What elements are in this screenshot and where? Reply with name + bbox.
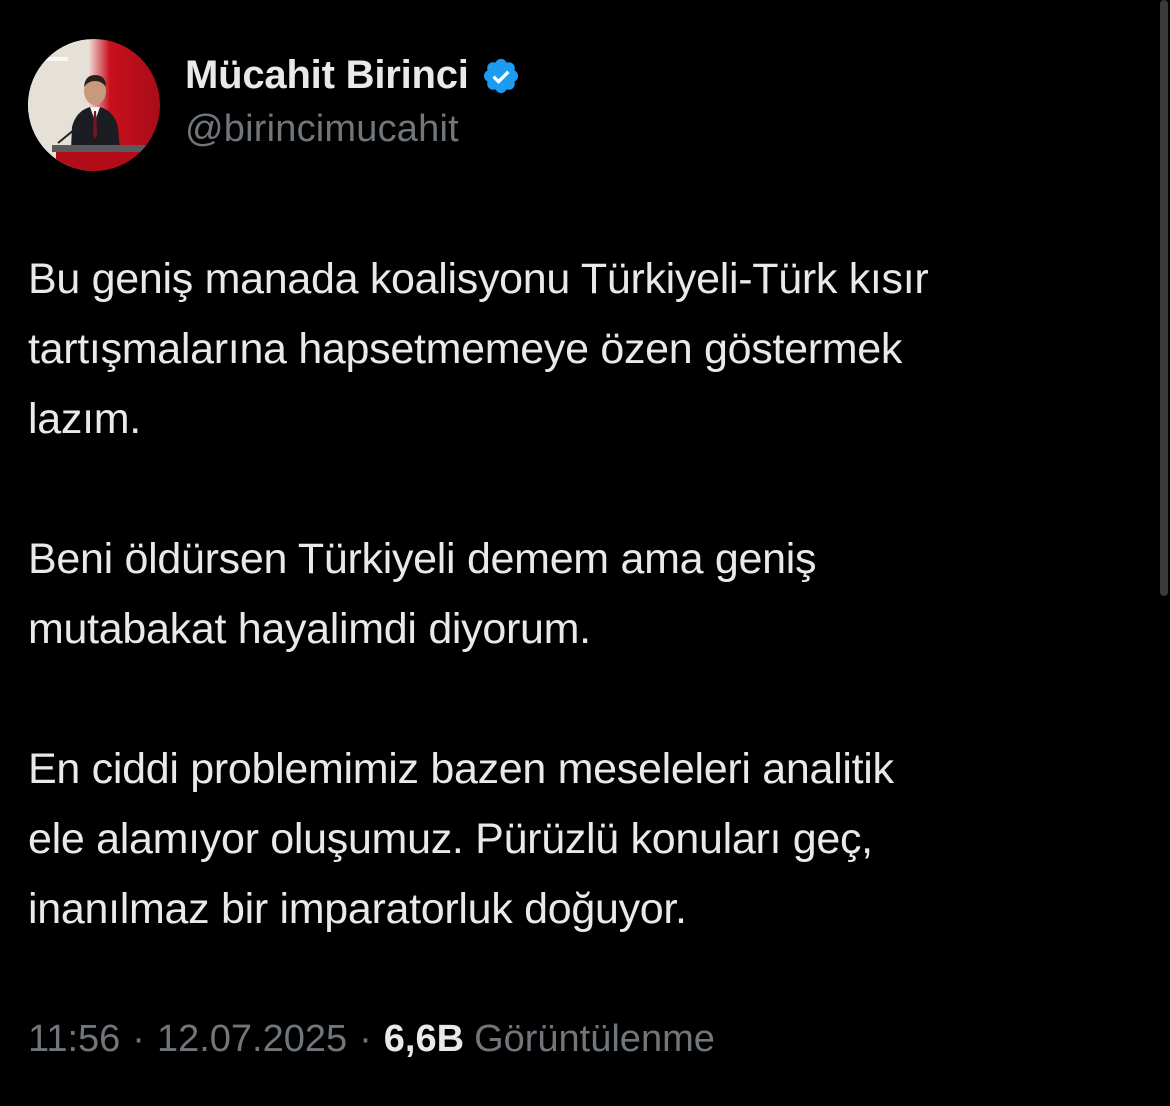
scrollbar[interactable]: [1160, 0, 1168, 596]
tweet-time[interactable]: 11:56: [28, 1018, 120, 1061]
tweet-paragraph-2: Beni öldürsen Türkiyeli demem ama geniş …: [28, 535, 817, 653]
tweet-header: Mücahit Birinci @birincimucahit: [28, 38, 521, 172]
name-row: Mücahit Birinci: [185, 48, 521, 104]
views-count[interactable]: 6,6B: [384, 1018, 464, 1061]
tweet-text: Bu geniş manada koalisyonu Türkiyeli-Tür…: [28, 244, 1138, 944]
tweet-paragraph-3: En ciddi problemimiz bazen meseleleri an…: [28, 745, 894, 933]
tweet-detail: Mücahit Birinci @birincimucahit Bu geniş…: [0, 0, 1170, 1106]
meta-separator: ·: [359, 1018, 372, 1060]
tweet-meta: 11:56 · 12.07.2025 · 6,6B Görüntülenme: [28, 1018, 715, 1061]
tweet-date[interactable]: 12.07.2025: [157, 1018, 347, 1061]
avatar-photo: [28, 39, 160, 171]
author-display-name[interactable]: Mücahit Birinci: [185, 53, 469, 98]
author-identity: Mücahit Birinci @birincimucahit: [185, 48, 521, 151]
verified-badge-icon[interactable]: [481, 56, 521, 96]
meta-separator: ·: [132, 1018, 145, 1060]
tweet-paragraph-1: Bu geniş manada koalisyonu Türkiyeli-Tür…: [28, 255, 929, 443]
views-label: Görüntülenme: [474, 1018, 715, 1060]
author-handle[interactable]: @birincimucahit: [185, 108, 521, 151]
avatar[interactable]: [28, 39, 160, 171]
